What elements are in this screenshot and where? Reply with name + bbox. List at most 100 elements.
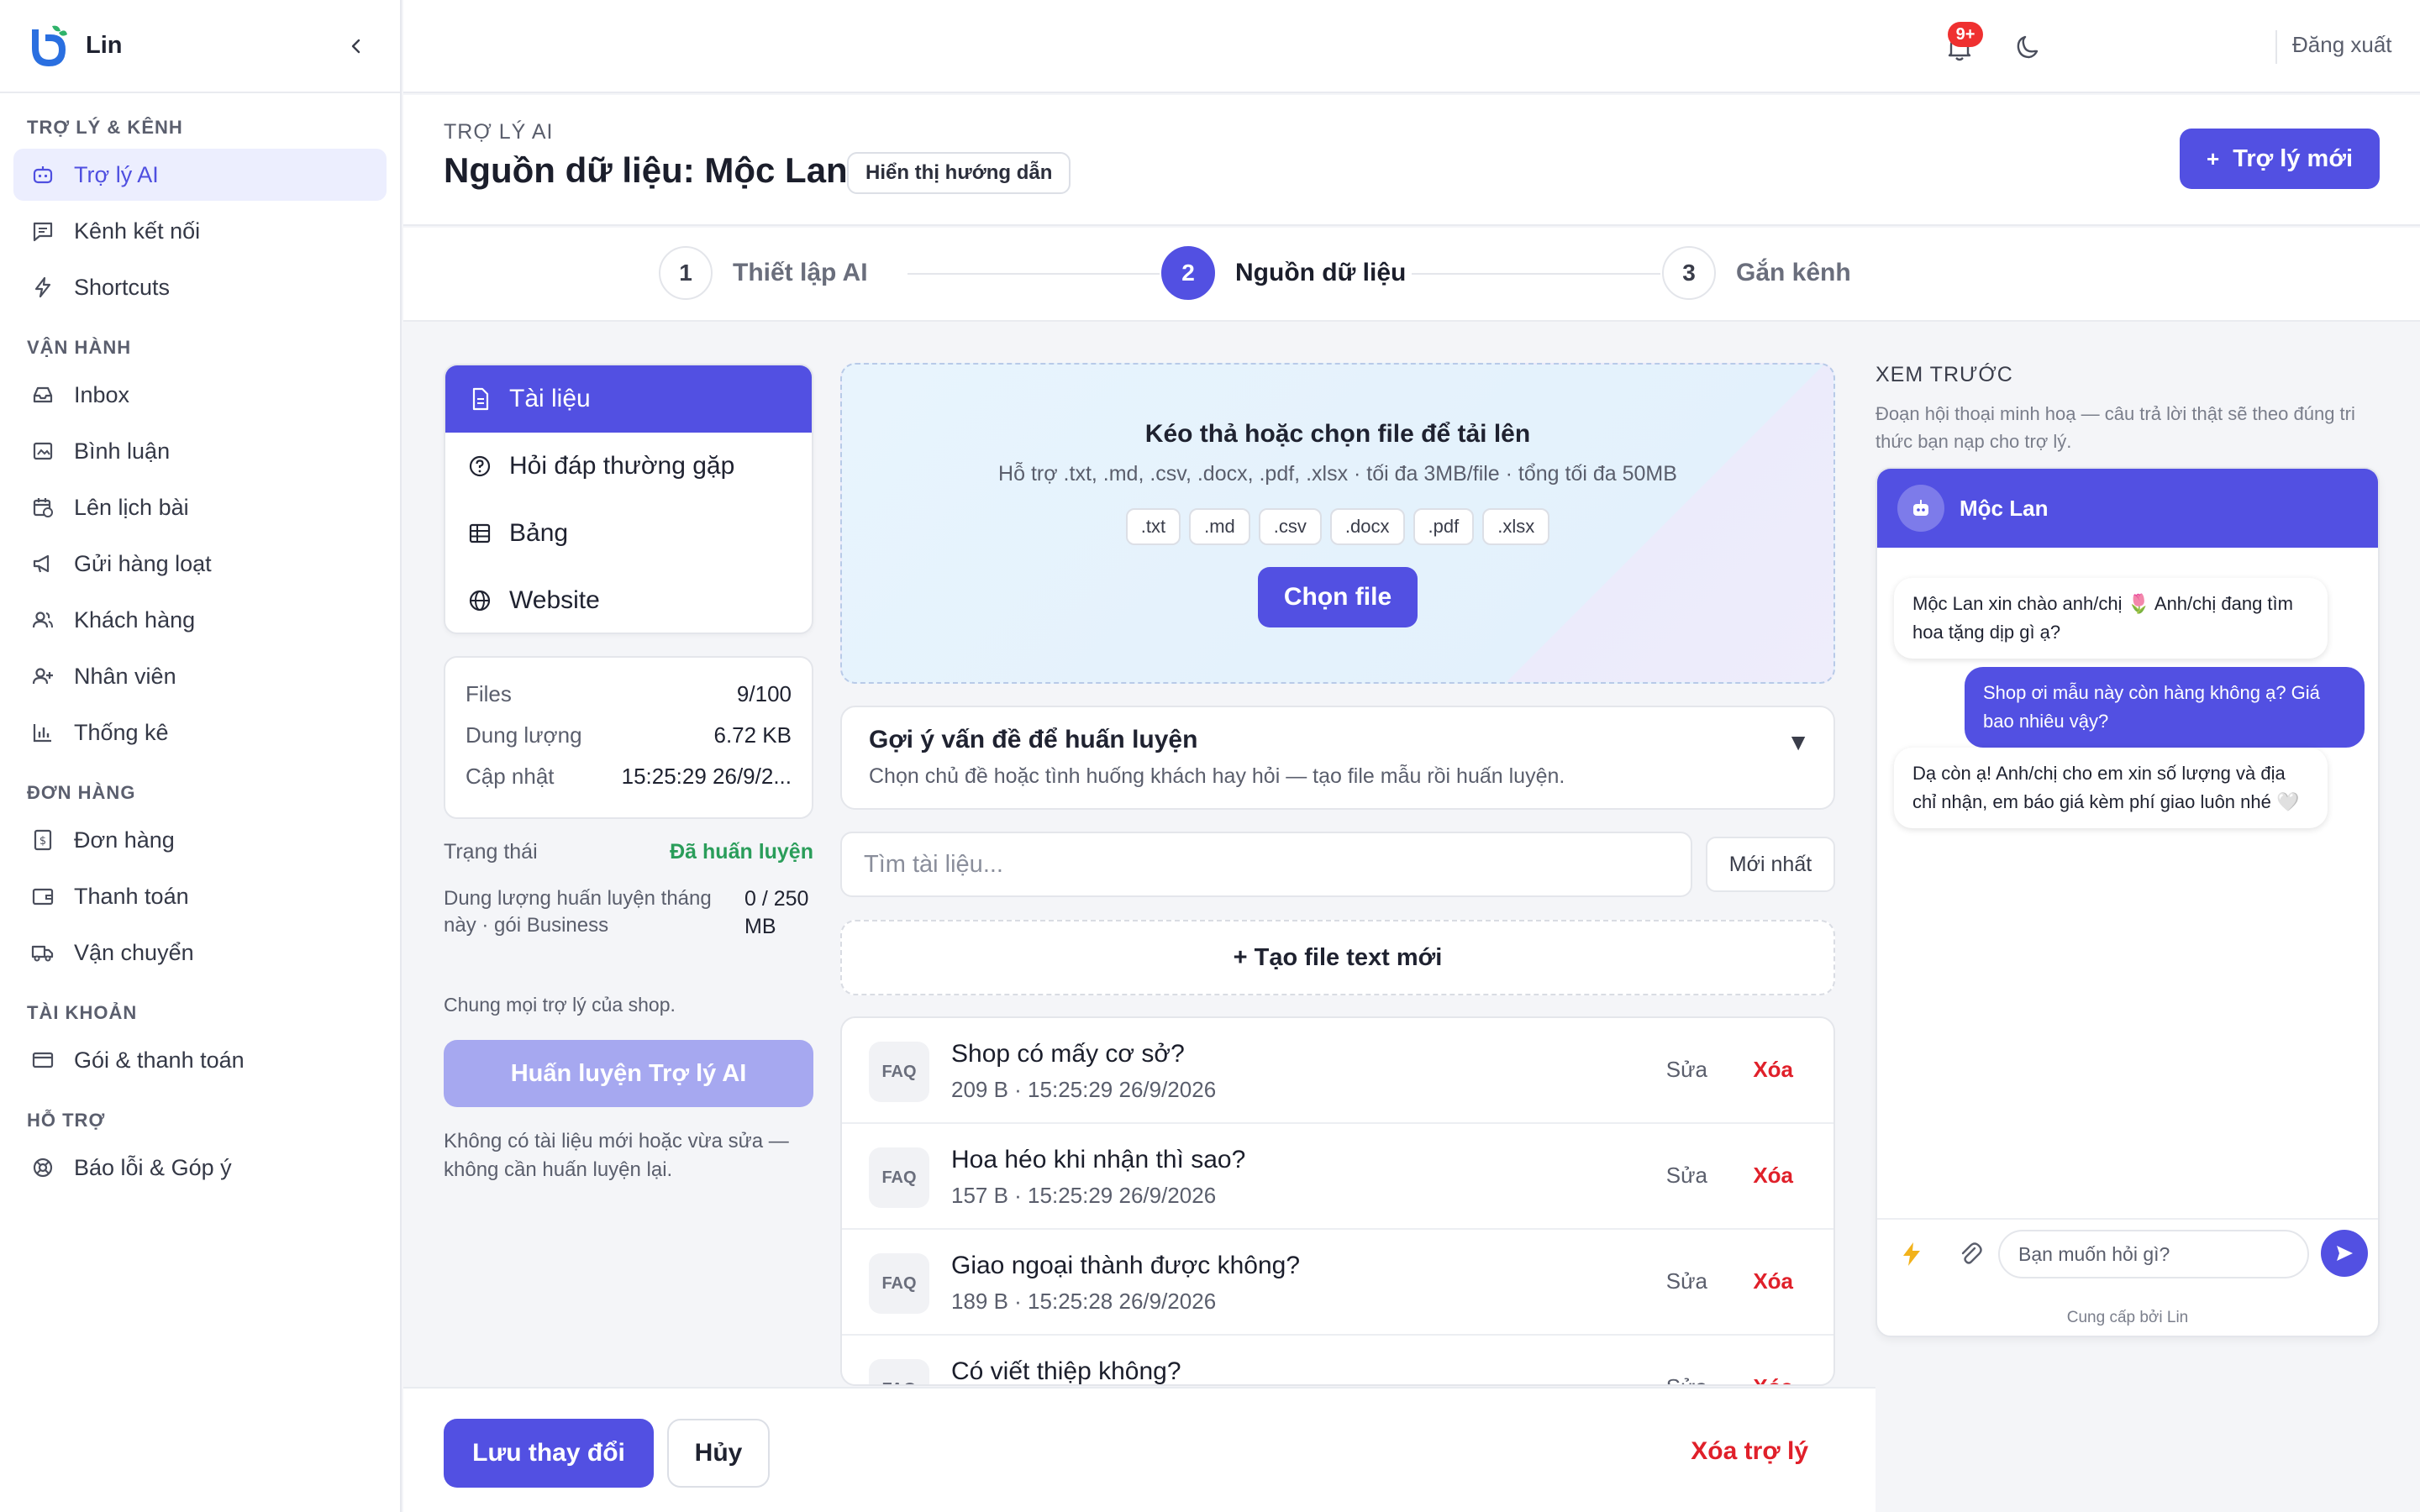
bar-chart-icon <box>30 720 55 745</box>
sidebar-item-staff[interactable]: Nhân viên <box>13 650 387 702</box>
edit-button[interactable]: Sửa <box>1666 1268 1707 1294</box>
list-item[interactable]: FAQ Hoa héo khi nhận thì sao? 157 B · 15… <box>842 1124 1833 1230</box>
tab-table[interactable]: Bảng <box>445 500 812 567</box>
preview-description: Đoạn hội thoại minh hoạ — câu trả lời th… <box>1876 403 2355 452</box>
sidebar-item-payments[interactable]: Thanh toán <box>13 870 387 922</box>
list-item[interactable]: FAQ Giao ngoại thành được không? 189 B ·… <box>842 1230 1833 1336</box>
source-tabs: Tài liệu Hỏi đáp thường gặp Bảng Website <box>444 364 813 634</box>
sidebar-item-customers[interactable]: Khách hàng <box>13 594 387 646</box>
chat-message-bot: Dạ còn ạ! Anh/chị cho em xin số lượng và… <box>1894 748 2328 829</box>
topbar <box>403 0 2420 93</box>
delete-assistant-button[interactable]: Xóa trợ lý <box>1691 1437 1808 1466</box>
list-item[interactable]: FAQ Có viết thiệp không? Sửa Xóa <box>842 1336 1833 1384</box>
send-button[interactable] <box>2321 1230 2368 1277</box>
preview-title: XEM TRƯỚC <box>1876 363 2013 386</box>
save-changes-button[interactable]: Lưu thay đổi <box>444 1419 654 1488</box>
new-assistant-button[interactable]: + Trợ lý mới <box>2180 129 2380 189</box>
list-item[interactable]: FAQ Shop có mấy cơ sở? 209 B · 15:25:29 … <box>842 1018 1833 1124</box>
tab-label: Website <box>509 586 600 614</box>
sidebar-item-label: Gửi hàng loạt <box>74 550 212 576</box>
tab-label: Tài liệu <box>509 385 591 412</box>
choose-file-button[interactable]: Chọn file <box>1258 567 1418 627</box>
sidebar-item-schedule[interactable]: Lên lịch bài <box>13 481 387 533</box>
sidebar-item-broadcast[interactable]: Gửi hàng loạt <box>13 538 387 590</box>
training-suggestions[interactable]: Gợi ý vấn đề để huấn luyện Chọn chủ đề h… <box>840 706 1835 810</box>
lifebuoy-icon <box>30 1155 55 1180</box>
sidebar-item-label: Gói & thanh toán <box>74 1047 245 1073</box>
file-dropzone[interactable]: Kéo thả hoặc chọn file để tải lên Hỗ trợ… <box>840 363 1835 684</box>
step-setup-ai[interactable]: 1 Thiết lập AI <box>659 246 868 300</box>
document-search-input[interactable]: Tìm tài liệu... <box>840 832 1692 897</box>
delete-button[interactable]: Xóa <box>1753 1268 1793 1294</box>
show-guide-button[interactable]: Hiển thị hướng dẫn <box>847 152 1071 194</box>
sidebar-item-label: Thanh toán <box>74 883 189 909</box>
file-type-chip: .csv <box>1258 508 1322 545</box>
sidebar-item-orders[interactable]: $ Đơn hàng <box>13 814 387 866</box>
tab-faq[interactable]: Hỏi đáp thường gặp <box>445 433 812 500</box>
file-type-chip: .pdf <box>1413 508 1475 545</box>
tab-website[interactable]: Website <box>445 567 812 633</box>
edit-button[interactable]: Sửa <box>1666 1057 1707 1083</box>
step-label: Nguồn dữ liệu <box>1235 259 1407 286</box>
document-icon <box>472 387 489 411</box>
stat-updated: Cập nhật 15:25:29 26/9/2... <box>466 764 792 790</box>
dark-mode-moon-icon[interactable] <box>2012 30 2045 64</box>
sidebar-item-shipping[interactable]: Vận chuyển <box>13 927 387 979</box>
new-assistant-label: Trợ lý mới <box>2233 144 2353 172</box>
lin-logo-icon[interactable] <box>27 23 67 70</box>
file-type-chip: .docx <box>1329 508 1405 545</box>
paperclip-icon[interactable] <box>1956 1240 1985 1268</box>
sidebar-item-feedback[interactable]: Báo lỗi & Góp ý <box>13 1142 387 1194</box>
topbar-divider <box>2275 30 2277 64</box>
quota-value: 0 / 250 MB <box>744 887 809 938</box>
comment-image-icon <box>30 438 55 464</box>
megaphone-icon <box>30 551 55 576</box>
step-attach-channel[interactable]: 3 Gắn kênh <box>1662 246 1851 300</box>
bolt-icon[interactable] <box>1897 1240 1926 1268</box>
chat-input[interactable]: Bạn muốn hỏi gì? <box>1998 1230 2309 1278</box>
sidebar-item-inbox[interactable]: Inbox <box>13 369 387 421</box>
stat-value: 15:25:29 26/9/2... <box>621 764 792 789</box>
stat-size: Dung lượng 6.72 KB <box>466 722 792 748</box>
notification-badge: 9+ <box>1948 22 1983 47</box>
page-kicker: TRỢ LÝ AI <box>444 120 554 144</box>
file-type-chip: .xlsx <box>1482 508 1550 545</box>
collapse-sidebar-icon[interactable] <box>339 29 373 63</box>
delete-button[interactable]: Xóa <box>1753 1057 1793 1083</box>
message-square-icon <box>30 218 55 244</box>
file-type-chip: .txt <box>1125 508 1181 545</box>
file-type-chips: .txt .md .csv .docx .pdf .xlsx <box>842 508 1833 545</box>
sidebar-item-comments[interactable]: Bình luận <box>13 425 387 477</box>
train-note: Không có tài liệu mới hoặc vừa sửa — khô… <box>444 1130 789 1181</box>
step-data-source[interactable]: 2 Nguồn dữ liệu <box>1161 246 1406 300</box>
stat-label: Cập nhật <box>466 764 555 789</box>
train-assistant-button[interactable]: Huấn luyện Trợ lý AI <box>444 1040 813 1107</box>
delete-button[interactable]: Xóa <box>1753 1374 1793 1384</box>
edit-button[interactable]: Sửa <box>1666 1374 1707 1384</box>
sidebar-item-stats[interactable]: Thống kê <box>13 706 387 759</box>
delete-button[interactable]: Xóa <box>1753 1163 1793 1189</box>
caret-down-icon[interactable]: ▼ <box>1786 729 1810 756</box>
sidebar-item-ai-assistant[interactable]: Trợ lý AI <box>13 149 387 201</box>
stat-files: Files 9/100 <box>466 681 792 707</box>
edit-button[interactable]: Sửa <box>1666 1163 1707 1189</box>
sidebar-item-channels[interactable]: Kênh kết nối <box>13 205 387 257</box>
sidebar-item-label: Nhân viên <box>74 663 176 689</box>
doc-type-badge: FAQ <box>869 1147 929 1208</box>
chat-input-row: Bạn muốn hỏi gì? <box>1877 1218 2378 1287</box>
create-text-file-button[interactable]: + Tạo file text mới <box>840 920 1835 995</box>
sidebar-item-label: Báo lỗi & Góp ý <box>74 1154 232 1180</box>
cancel-button[interactable]: Hủy <box>667 1419 770 1488</box>
step-number: 2 <box>1161 246 1215 300</box>
tab-documents[interactable]: Tài liệu <box>445 365 812 433</box>
tab-label: Hỏi đáp thường gặp <box>509 452 735 480</box>
sidebar-item-shortcuts[interactable]: Shortcuts <box>13 261 387 313</box>
logout-link[interactable]: Đăng xuất <box>2292 32 2392 58</box>
file-type-chip: .md <box>1189 508 1250 545</box>
step-connector <box>908 273 1160 275</box>
page-header: TRỢ LÝ AI Nguồn dữ liệu: Mộc Lan Hiển th… <box>403 95 2420 226</box>
sidebar-item-label: Bình luận <box>74 438 171 464</box>
sidebar-item-plans[interactable]: Gói & thanh toán <box>13 1034 387 1086</box>
chat-header: Mộc Lan <box>1877 469 2378 548</box>
sort-dropdown[interactable]: Mới nhất <box>1706 837 1835 892</box>
